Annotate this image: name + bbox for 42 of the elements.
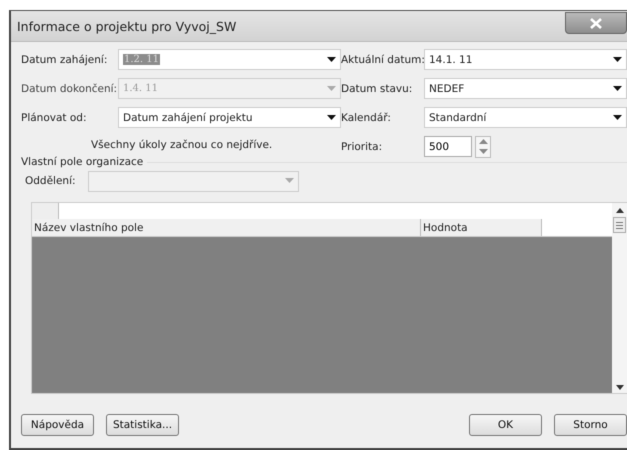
field-label: Priorita: <box>341 140 384 152</box>
close-icon <box>589 18 603 28</box>
field-label: Datum stavu: <box>341 82 414 94</box>
schedule-note: Všechny úkoly začnou co nejdříve. <box>90 138 274 153</box>
field-label: Plánovat od: <box>21 112 88 124</box>
dropdown-arrow-icon <box>327 114 336 120</box>
field-label: Aktuální datum: <box>341 54 424 66</box>
dropdown-value: Datum zahájení projektu <box>123 112 254 124</box>
dialog-button[interactable]: Storno <box>554 414 627 436</box>
dropdown[interactable]: NEDEF <box>424 78 627 99</box>
dropdown[interactable]: 14.1. 11 <box>424 49 627 70</box>
window-title: Informace o projektu pro Vyvoj_SW <box>16 18 238 34</box>
dropdown-arrow-icon <box>285 178 294 184</box>
dropdown-arrow-icon <box>327 56 336 62</box>
field-label: Datum zahájení: <box>21 54 108 66</box>
dropdown-arrow-icon <box>613 114 622 120</box>
dropdown-value: Standardní <box>429 112 488 124</box>
dropdown[interactable]: Datum zahájení projektu <box>118 107 341 128</box>
scrollbar[interactable] <box>612 203 627 393</box>
scroll-down-icon <box>616 385 624 390</box>
dialog-button[interactable]: Statistika... <box>106 414 179 436</box>
field-label: Kalendář: <box>341 112 392 124</box>
priority-field[interactable]: 500 <box>424 136 472 157</box>
column-header[interactable]: Název vlastního pole <box>32 219 421 236</box>
dropdown-arrow-icon <box>327 86 336 92</box>
up-arrow-icon <box>478 139 488 144</box>
spin-buttons[interactable] <box>475 136 491 158</box>
scroll-up-icon <box>616 208 624 213</box>
down-arrow-icon <box>478 149 488 154</box>
dropdown-value: 1.2. 11 <box>123 54 160 65</box>
dialog-button[interactable]: OK <box>469 414 542 436</box>
dialog-button[interactable]: Nápověda <box>21 414 94 436</box>
dropdown-value: 14.1. 11 <box>429 54 474 66</box>
dropdown-value: NEDEF <box>429 82 466 94</box>
dropdown-value: 1.4. 11 <box>123 83 159 94</box>
dropdown-arrow-icon <box>613 56 622 62</box>
dropdown[interactable]: Standardní <box>424 107 627 128</box>
group-legend: Vlastní pole organizace <box>21 156 144 168</box>
field-label: Datum dokončení: <box>21 82 118 94</box>
close-button[interactable] <box>565 12 627 34</box>
field-label: Oddělení: <box>25 175 77 187</box>
dropdown-arrow-icon <box>613 86 622 92</box>
